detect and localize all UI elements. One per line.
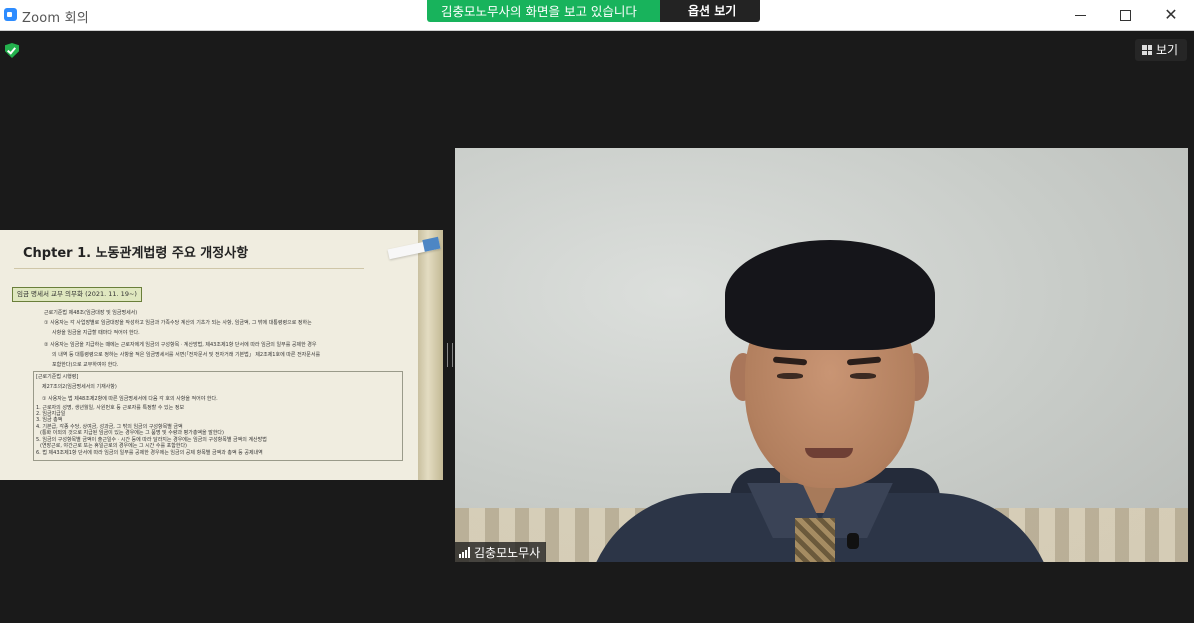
share-banner: 김충모노무사의 화면을 보고 있습니다 옵션 보기⌄ [427, 0, 760, 22]
slide-box-line: (연장근로, 야간근로 또는 휴일근로의 경우에는 그 시간 수를 포함한다) [40, 443, 188, 449]
slide-section-tag: 임금 명세서 교부 의무화 (2021. 11. 19~) [12, 287, 142, 302]
minimize-icon [1074, 14, 1086, 16]
shield-check-icon[interactable] [5, 43, 19, 58]
zoom-logo-icon [4, 8, 17, 21]
slide-text-line: ① 사용자는 각 사업장별로 임금대장을 작성하고 임금과 가족수당 계산의 기… [44, 320, 312, 326]
slide-text-line: ② 사용자는 임금을 지급하는 때에는 근로자에게 임금의 구성항목ㆍ계산방법,… [44, 342, 317, 348]
video-person-eye [777, 373, 803, 379]
participant-name-tag: 김충모노무사 [455, 542, 547, 562]
window-title: Zoom 회의 [22, 11, 89, 26]
slide-text-line: 사항을 임금을 지급할 때마다 적어야 한다. [52, 330, 140, 336]
maximize-icon [1119, 9, 1131, 21]
participant-video[interactable]: 김충모노무사 [455, 148, 1188, 562]
video-person-tie [795, 518, 835, 562]
slide-title: Chpter 1. 노동관계법령 주요 개정사항 [23, 246, 249, 261]
close-button[interactable]: ✕ [1148, 0, 1194, 30]
lapel-mic [847, 533, 859, 549]
slide-box-line: 6. 법 제43조제1항 단서에 따라 임금의 일부를 공제한 경우에는 임금의… [36, 450, 263, 456]
slide-text-line: 의 내역 등 대통령령으로 정하는 사항을 적은 임금명세서를 서면(「전자문서… [52, 352, 321, 358]
close-icon: ✕ [1164, 5, 1178, 24]
view-button-label: 보기 [1156, 43, 1179, 57]
slide-box-line: (통화 이외의 것으로 지급된 임금이 있는 경우에는 그 품명 및 수량과 평… [40, 430, 224, 436]
slide-box-line: [근로기준법 시행령] [36, 374, 79, 380]
shared-screen[interactable]: Chpter 1. 노동관계법령 주요 개정사항 임금 명세서 교부 의무화 (… [0, 230, 443, 480]
slide-text-line: 근로기준법 제48조(임금대장 및 임금명세서) [44, 310, 138, 316]
slide-decoration [418, 230, 443, 480]
window-titlebar: Zoom 회의 김충모노무사의 화면을 보고 있습니다 옵션 보기⌄ ✕ [0, 0, 1194, 31]
view-options-button[interactable]: 옵션 보기⌄ [660, 0, 760, 22]
slide-text-line: 포함한다)으로 교부하여야 한다. [52, 362, 119, 368]
view-button[interactable]: 보기 [1135, 39, 1187, 61]
share-status-text: 김충모노무사의 화면을 보고 있습니다 [427, 0, 660, 22]
slide-box-line: ① 사용자는 법 제48조제2항에 따른 임금명세서에 다음 각 호의 사항을 … [42, 396, 218, 402]
participant-name: 김충모노무사 [474, 545, 541, 560]
minimize-button[interactable] [1057, 0, 1103, 30]
video-person-hair [725, 240, 935, 350]
splitter-handle[interactable] [447, 343, 453, 367]
grid-view-icon [1142, 45, 1152, 55]
video-person-mouth [805, 448, 853, 458]
signal-strength-icon [459, 546, 470, 558]
slide-box-line: 제27조의2(임금명세서의 기재사항) [42, 384, 117, 390]
view-options-label: 옵션 보기 [688, 4, 737, 18]
video-person-eye [850, 373, 876, 379]
slide-box-line: 3. 임금 총액 [36, 417, 63, 423]
meeting-area: 보기 Chpter 1. 노동관계법령 주요 개정사항 임금 명세서 교부 의무… [0, 31, 1194, 623]
maximize-button[interactable] [1102, 0, 1148, 30]
